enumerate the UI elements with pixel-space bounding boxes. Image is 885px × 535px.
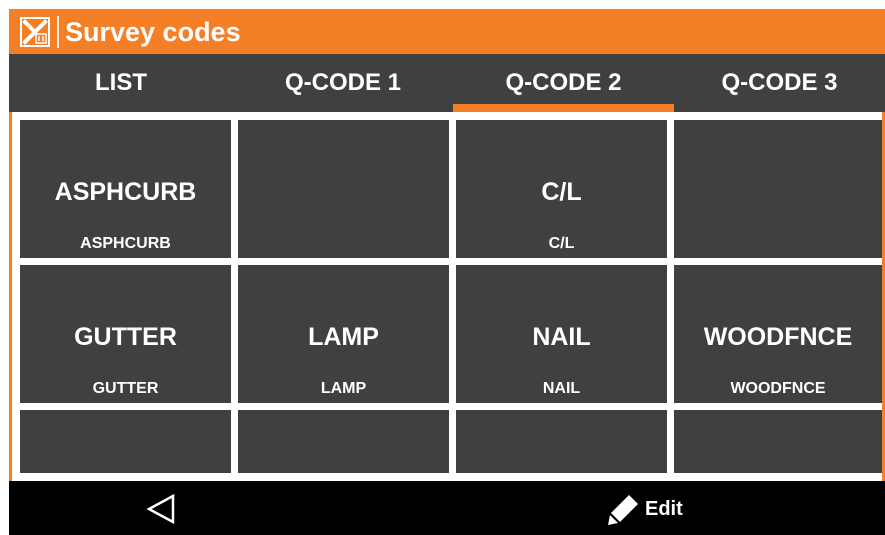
edit-label: Edit [645,497,683,520]
code-label: LAMP [308,323,379,351]
active-tab-indicator [453,104,674,112]
tab-q-code-3[interactable]: Q-CODE 3 [674,54,885,112]
code-grid: ASPHCURB ASPHCURB C/L C/L GUTTER GUTTER … [9,112,885,481]
back-triangle-icon [146,493,175,525]
code-button[interactable]: C/L C/L [456,120,667,258]
code-button[interactable]: NAIL NAIL [456,265,667,403]
survey-codes-screen: Survey codes LIST Q-CODE 1 Q-CODE 2 Q-CO… [0,0,885,535]
tab-bar: LIST Q-CODE 1 Q-CODE 2 Q-CODE 3 [9,54,885,112]
page-title: Survey codes [65,17,241,47]
code-button-empty[interactable] [456,410,667,473]
code-description: GUTTER [92,380,159,397]
code-button[interactable]: WOODFNCE WOODFNCE [674,265,882,403]
title-separator [57,16,59,48]
code-description: WOODFNCE [730,380,826,397]
tab-label: Q-CODE 2 [505,69,622,96]
code-label: WOODFNCE [703,323,853,351]
app-logo-icon [20,17,50,47]
code-button-empty[interactable] [238,120,449,258]
code-description: ASPHCURB [80,235,171,252]
pencil-icon [608,495,638,525]
code-button[interactable]: ASPHCURB ASPHCURB [20,120,231,258]
code-label: GUTTER [74,323,177,351]
tab-q-code-1[interactable]: Q-CODE 1 [233,54,453,112]
code-button-empty[interactable] [238,410,449,473]
bottom-action-bar: Edit [9,481,885,535]
code-button-empty[interactable] [20,410,231,473]
code-label: C/L [541,178,582,206]
code-label: ASPHCURB [54,178,197,206]
title-bar: Survey codes [9,9,885,54]
code-button[interactable]: LAMP LAMP [238,265,449,403]
tab-label: LIST [95,69,147,96]
code-description: C/L [548,235,575,252]
code-button-empty[interactable] [674,120,882,258]
edit-button[interactable]: Edit [607,489,683,529]
tab-label: Q-CODE 1 [284,69,401,96]
code-description: LAMP [320,380,367,397]
code-description: NAIL [542,380,581,397]
tab-label: Q-CODE 3 [721,69,838,96]
tab-list[interactable]: LIST [9,54,233,112]
code-button-empty[interactable] [674,410,882,473]
back-button[interactable] [141,491,181,527]
code-label: NAIL [532,323,591,351]
code-button[interactable]: GUTTER GUTTER [20,265,231,403]
